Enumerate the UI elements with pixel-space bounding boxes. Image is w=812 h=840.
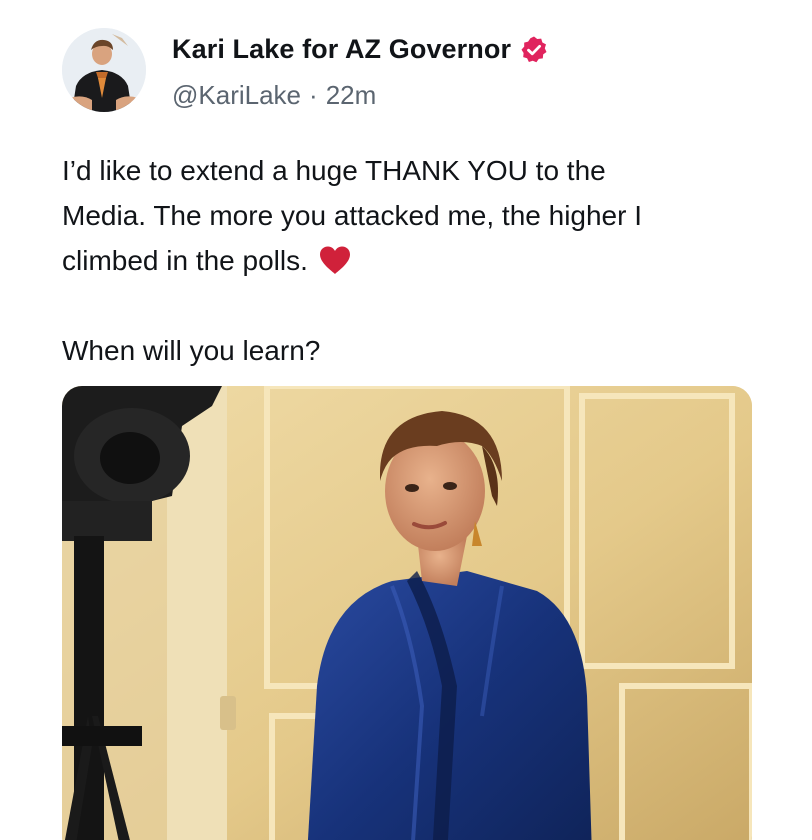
profile-avatar[interactable] xyxy=(62,28,146,112)
author-display-name[interactable]: Kari Lake for AZ Governor xyxy=(172,34,511,65)
tweet-text-paragraph: When will you learn? xyxy=(62,335,321,366)
author-handle[interactable]: @KariLake xyxy=(172,80,301,111)
tweet-text-line-with-emoji: climbed in the polls. xyxy=(62,238,762,283)
author-name-row: Kari Lake for AZ Governor xyxy=(172,34,549,65)
meta-separator: · xyxy=(309,80,318,110)
avatar-image xyxy=(62,28,146,112)
tweet-header: Kari Lake for AZ Governor @KariLake · 22m xyxy=(62,28,762,118)
photo-image xyxy=(62,386,752,840)
tweet-photo[interactable] xyxy=(62,386,752,840)
tweet-text-line: climbed in the polls. xyxy=(62,245,308,276)
verified-badge-icon xyxy=(519,35,549,65)
tweet-text: I’d like to extend a huge THANK YOU to t… xyxy=(62,148,762,373)
tweet-text-line: I’d like to extend a huge THANK YOU to t… xyxy=(62,155,606,186)
tweet-text-line: Media. The more you attacked me, the hig… xyxy=(62,200,643,231)
tweet-timestamp[interactable]: 22m xyxy=(326,80,377,111)
author-meta-row: @KariLake · 22m xyxy=(172,80,376,111)
red-heart-icon xyxy=(318,243,352,274)
